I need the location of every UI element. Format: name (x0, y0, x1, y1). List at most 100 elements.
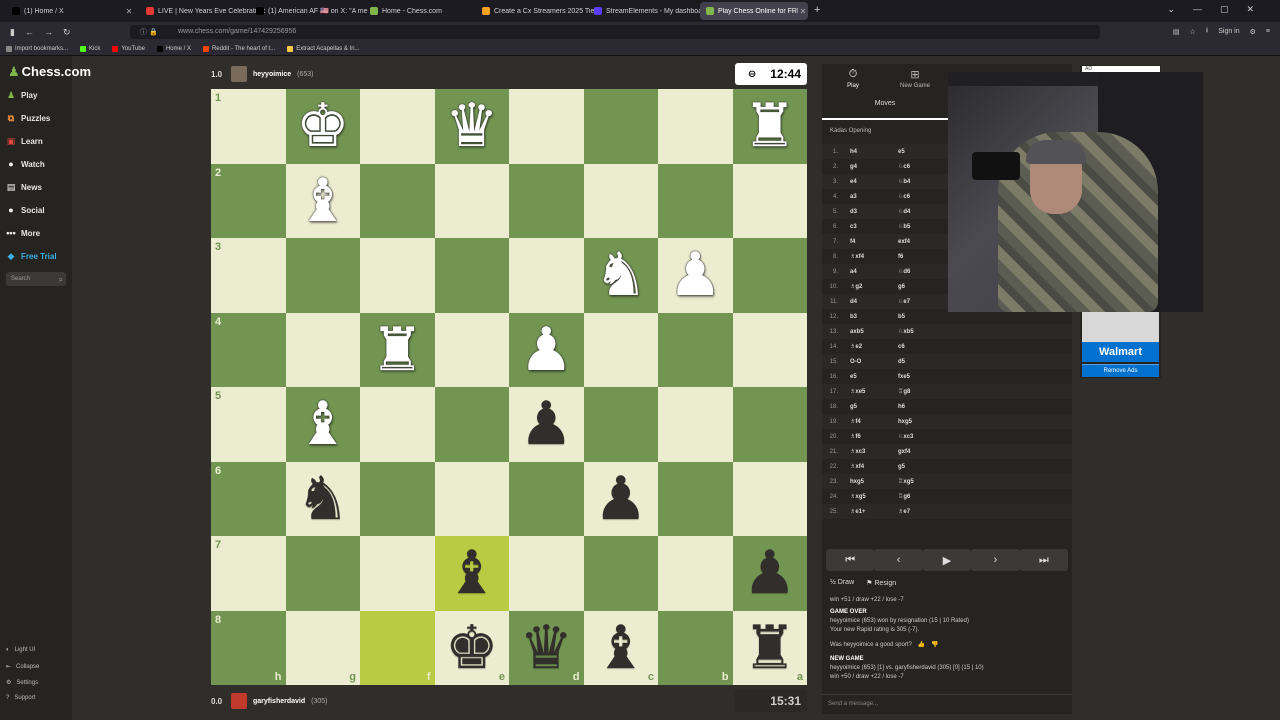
bookmark-item[interactable]: Kick (80, 45, 100, 52)
browser-tab[interactable]: (1) Home / X ✕ (6, 2, 134, 20)
bookmark-item[interactable]: Extract Acapellas & In... (287, 45, 360, 52)
square-b3[interactable]: ♟ (658, 238, 733, 313)
menu-icon[interactable]: ≡ (1266, 28, 1270, 35)
black-piece[interactable]: ♝ (435, 536, 510, 611)
square-f2[interactable] (360, 163, 435, 238)
white-move[interactable]: d3 (850, 209, 898, 215)
white-move[interactable]: g5 (850, 404, 898, 410)
bookmark-item[interactable]: Home / X (156, 45, 191, 52)
first-move-button[interactable]: ⏮ (826, 549, 875, 571)
white-piece[interactable]: ♚ (286, 89, 361, 164)
sign-in-button[interactable]: Sign in (1218, 28, 1239, 35)
black-piece[interactable]: ♟ (584, 462, 659, 537)
browser-tab[interactable]: StreamElements - My dashboa✕ (588, 2, 716, 20)
square-f6[interactable] (360, 461, 435, 536)
white-move[interactable]: ♗g2 (850, 283, 898, 290)
black-move[interactable]: ♘d6 (898, 268, 946, 275)
white-piece[interactable]: ♛ (435, 89, 510, 164)
top-player-avatar[interactable] (231, 66, 247, 82)
black-move[interactable]: ♖xg5 (898, 478, 946, 485)
forward-icon[interactable]: → (44, 27, 53, 37)
chat-message-input[interactable]: Send a message... (822, 694, 1072, 712)
chesscom-logo[interactable]: ♟ Chess.com (8, 64, 91, 80)
white-move[interactable]: b3 (850, 314, 898, 320)
square-h8[interactable]: 8h (211, 610, 286, 685)
black-move[interactable]: hxg5 (898, 419, 946, 425)
white-move[interactable]: d4 (850, 299, 898, 305)
black-move[interactable]: h6 (898, 404, 946, 410)
white-move[interactable]: ♗f4 (850, 418, 898, 425)
sidebar-footer-collapse[interactable]: ⇤ Collapse (6, 663, 39, 671)
reader-icon[interactable]: ▤ (1173, 28, 1180, 36)
sidebar-item-play[interactable]: ♟ Play (6, 90, 38, 100)
white-move[interactable]: a4 (850, 269, 898, 275)
square-f1[interactable] (360, 89, 435, 164)
black-move[interactable]: gxf4 (898, 449, 946, 455)
square-e3[interactable] (434, 238, 509, 313)
white-move[interactable]: ♗e2 (850, 343, 898, 350)
reload-icon[interactable]: ↻ (63, 27, 71, 38)
square-e1[interactable]: ♛ (434, 89, 510, 164)
sidebar-item-watch[interactable]: ● Watch (6, 159, 44, 169)
square-d1[interactable] (509, 89, 584, 164)
black-move[interactable]: ♖g6 (898, 493, 946, 500)
walmart-ad-logo[interactable]: Walmart (1082, 342, 1159, 362)
black-move[interactable]: ♘b5 (898, 223, 946, 230)
bottom-player-name[interactable]: garyfisherdavid (253, 698, 305, 705)
square-a2[interactable] (732, 163, 807, 238)
square-f4[interactable]: ♜ (360, 312, 435, 387)
square-b4[interactable] (658, 312, 733, 387)
tab-close-icon[interactable]: ✕ (798, 7, 808, 16)
square-g7[interactable] (285, 536, 360, 611)
black-move[interactable]: ♘xc3 (898, 433, 946, 440)
white-piece[interactable]: ♜ (733, 89, 808, 164)
black-piece[interactable]: ♛ (509, 611, 584, 686)
browser-tab[interactable]: Create a Cx Streamers 2025 Tie✕ (476, 2, 604, 20)
white-move[interactable]: O-O (850, 359, 898, 365)
play-button[interactable]: ▶ (922, 549, 972, 571)
square-g4[interactable] (285, 312, 360, 387)
browser-tab[interactable]: Home - Chess.com✕ (364, 2, 492, 20)
black-move[interactable]: f6 (898, 254, 946, 260)
square-a3[interactable] (732, 238, 807, 313)
square-h3[interactable]: 3 (211, 238, 286, 313)
black-move[interactable]: ♘c6 (898, 193, 946, 200)
white-move[interactable]: h4 (850, 149, 898, 155)
new-tab-button[interactable]: + (814, 4, 820, 16)
white-move[interactable]: a3 (850, 194, 898, 200)
white-move[interactable]: axb5 (850, 329, 898, 335)
white-move[interactable]: e4 (850, 179, 898, 185)
black-move[interactable]: e5 (898, 149, 946, 155)
square-e2[interactable] (434, 163, 509, 238)
square-e6[interactable] (434, 461, 509, 536)
white-move[interactable]: ♗xf4 (850, 253, 898, 260)
square-g2[interactable]: ♝ (285, 163, 360, 238)
square-c3[interactable]: ♞ (583, 238, 659, 313)
square-a5[interactable] (732, 387, 807, 462)
white-piece[interactable]: ♟ (658, 238, 733, 313)
extension-icon[interactable]: ⚙ (1250, 28, 1256, 36)
square-h2[interactable]: 2 (211, 163, 286, 238)
sidebar-footer-support[interactable]: ? Support (6, 695, 35, 701)
square-c8[interactable]: c ♝ (583, 610, 658, 685)
white-move[interactable]: g4 (850, 164, 898, 170)
site-info-icon[interactable]: ⓘ 🔒 (140, 27, 158, 37)
square-g3[interactable] (285, 238, 360, 313)
bookmark-item[interactable]: Reddit - The heart of t... (202, 45, 275, 52)
browser-tab[interactable]: LIVE | New Years Eve Celebrati✕ (140, 2, 268, 20)
previous-move-button[interactable]: ‹ (874, 549, 923, 571)
square-g5[interactable]: ♝ (285, 387, 360, 462)
square-c4[interactable] (583, 312, 658, 387)
search-icon[interactable]: ⌕ (59, 273, 63, 287)
sidebar-footer-light-ui[interactable]: ◐ Light UI (6, 647, 35, 653)
opening-name[interactable]: Kádas Opening (830, 128, 871, 134)
chess-board[interactable]: 1 ♚ ♛ ♜ 2 ♝ 3 ♞ ♟ 4 ♜ ♟ 5 ♝ ♟ 6 ♞ ♟ 7 ♝ ♟ 8 h g f e ♚ d ♛ c ♝ b a ♜ (211, 89, 807, 685)
square-a6[interactable] (732, 461, 807, 536)
square-d7[interactable] (509, 536, 584, 611)
white-piece[interactable]: ♞ (584, 238, 659, 313)
sidebar-item-learn[interactable]: ▣ Learn (6, 136, 43, 146)
black-piece[interactable]: ♜ (733, 611, 808, 686)
square-d4[interactable]: ♟ (509, 312, 584, 387)
square-g8[interactable]: g (285, 610, 360, 685)
square-d8[interactable]: d ♛ (509, 610, 584, 686)
